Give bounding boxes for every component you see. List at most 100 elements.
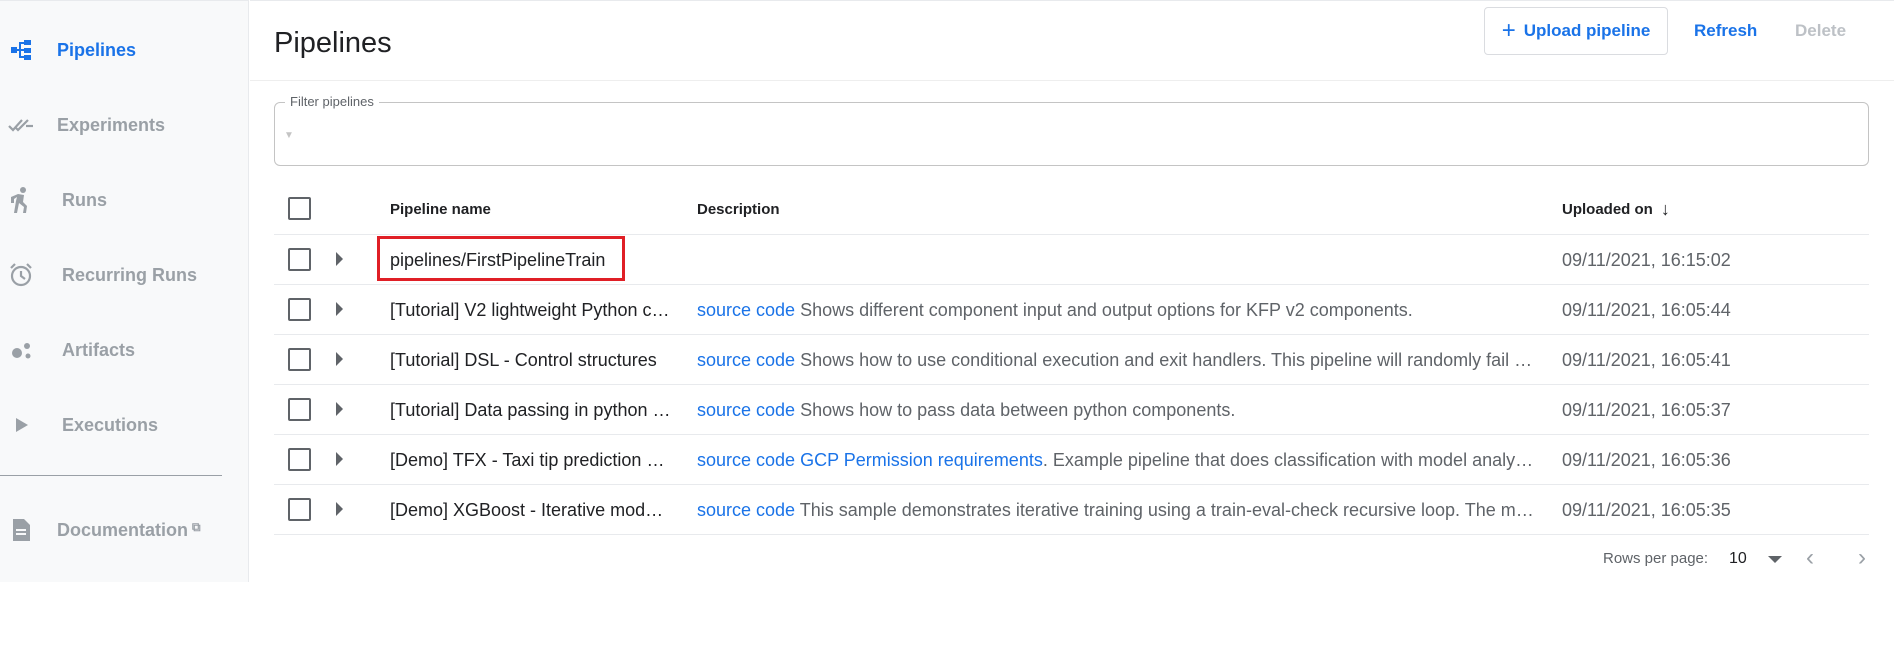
description-cell: source code This sample demonstrates ite… (697, 485, 1537, 535)
pipeline-name-cell[interactable]: [Demo] TFX - Taxi tip prediction model t… (390, 435, 673, 485)
row-checkbox[interactable] (288, 448, 311, 471)
pipeline-name-link[interactable]: [Tutorial] Data passing in python compon… (390, 400, 673, 421)
description-text: Shows how to use conditional execution a… (800, 349, 1537, 370)
pipeline-name-cell[interactable]: [Tutorial] Data passing in python compon… (390, 385, 673, 435)
document-icon (7, 516, 35, 544)
pipeline-name-link[interactable]: [Tutorial] V2 lightweight Python compone… (390, 300, 673, 321)
column-header-uploaded-label: Uploaded on (1562, 200, 1653, 218)
select-all-checkbox[interactable] (288, 197, 311, 220)
description-text: Shows different component input and outp… (795, 299, 1413, 320)
expand-row-icon[interactable] (336, 352, 343, 366)
runs-icon (7, 186, 35, 214)
uploaded-on-cell: 09/11/2021, 16:05:37 (1562, 399, 1731, 420)
sidebar-item-executions[interactable]: Executions (0, 395, 249, 455)
rows-per-page-value: 10 (1729, 550, 1747, 567)
table-body: pipelines/FirstPipelineTrain 09/11/2021, … (274, 235, 1869, 535)
filter-pipelines-field[interactable]: Filter pipelines ▼ (274, 94, 1869, 166)
table-row[interactable]: [Tutorial] DSL - Control structures sourc… (274, 335, 1869, 385)
page-title: Pipelines (274, 27, 392, 59)
expand-row-icon[interactable] (336, 402, 343, 416)
expand-row-icon[interactable] (336, 302, 343, 316)
previous-page-button[interactable]: ‹ (1806, 546, 1814, 570)
pipeline-name-link[interactable]: [Tutorial] DSL - Control structures (390, 350, 657, 371)
main-content: Pipelines + Upload pipeline Refresh Dele… (250, 0, 1894, 582)
source-code-link[interactable]: source code (697, 350, 795, 370)
pipeline-name-link[interactable]: [Demo] TFX - Taxi tip prediction model t… (390, 450, 673, 471)
sidebar-item-pipelines[interactable]: Pipelines (0, 20, 249, 80)
column-header-uploaded[interactable]: Uploaded on ↓ (1562, 183, 1670, 235)
page-header: Pipelines + Upload pipeline Refresh Dele… (250, 1, 1894, 81)
row-checkbox[interactable] (288, 248, 311, 271)
filter-input[interactable] (305, 121, 1845, 149)
sidebar-item-artifacts[interactable]: Artifacts (0, 320, 249, 380)
uploaded-on-cell: 09/11/2021, 16:15:02 (1562, 249, 1731, 270)
app-root: Pipelines Experiments Runs Recurring Run… (0, 0, 1894, 648)
sidebar-item-label: Experiments (57, 114, 166, 135)
description-content: source code Shows different component in… (697, 300, 1413, 321)
column-header-name[interactable]: Pipeline name (390, 183, 491, 235)
description-text: Shows how to pass data between python co… (795, 399, 1236, 420)
uploaded-on-cell: 09/11/2021, 16:05:36 (1562, 449, 1731, 470)
delete-button[interactable]: Delete (1795, 7, 1846, 55)
uploaded-on-cell: 09/11/2021, 16:05:41 (1562, 349, 1731, 370)
expand-row-icon[interactable] (336, 502, 343, 516)
description-cell (697, 235, 1537, 285)
refresh-button[interactable]: Refresh (1694, 7, 1757, 55)
description-cell: source code Shows how to pass data betwe… (697, 385, 1537, 435)
pipelines-icon (7, 36, 35, 64)
sidebar-item-label: Documentation ⧉ (57, 520, 201, 541)
pipeline-name-cell[interactable]: [Tutorial] V2 lightweight Python compone… (390, 285, 673, 335)
row-checkbox[interactable] (288, 348, 311, 371)
plus-icon: + (1501, 17, 1516, 44)
row-checkbox[interactable] (288, 298, 311, 321)
chevron-down-icon (1768, 556, 1782, 563)
sidebar-item-label: Recurring Runs (62, 264, 198, 285)
pipeline-name-link[interactable]: [Demo] XGBoost - Iterative model trainin… (390, 500, 673, 521)
description-text: . Example pipeline that does classificat… (1042, 449, 1537, 470)
source-code-link[interactable]: source code (697, 300, 795, 320)
artifacts-icon (7, 336, 35, 364)
table-header: Pipeline name Description Uploaded on ↓ (274, 183, 1869, 235)
pipeline-name-cell[interactable]: [Tutorial] DSL - Control structures (390, 335, 673, 385)
uploaded-on-cell: 09/11/2021, 16:05:44 (1562, 299, 1731, 320)
sidebar-item-runs[interactable]: Runs (0, 170, 249, 230)
table-row[interactable]: [Demo] TFX - Taxi tip prediction model t… (274, 435, 1869, 485)
row-checkbox[interactable] (288, 498, 311, 521)
column-header-description[interactable]: Description (697, 183, 780, 235)
description-content: source code Shows how to use conditional… (697, 350, 1537, 371)
permission-requirements-link[interactable]: GCP Permission requirements (800, 450, 1043, 470)
filter-dropdown-icon[interactable]: ▼ (284, 130, 294, 141)
source-code-link[interactable]: source code (697, 400, 795, 420)
description-cell: source code GCP Permission requirements.… (697, 435, 1537, 485)
uploaded-on-cell: 09/11/2021, 16:05:35 (1562, 499, 1731, 520)
table-footer: Rows per page: 10 ‹ › (274, 536, 1869, 584)
source-code-link[interactable]: source code (697, 500, 795, 520)
sidebar-divider (0, 475, 222, 476)
pipeline-name-link[interactable]: pipelines/FirstPipelineTrain (390, 250, 605, 271)
pipeline-name-cell[interactable]: pipelines/FirstPipelineTrain (390, 235, 673, 285)
rows-per-page-select[interactable]: 10 (1729, 546, 1783, 572)
sidebar-item-label: Pipelines (57, 39, 137, 60)
source-code-link[interactable]: source code (697, 450, 795, 470)
upload-pipeline-button[interactable]: + Upload pipeline (1484, 7, 1668, 55)
sidebar-item-label: Runs (62, 189, 107, 210)
description-cell: source code Shows different component in… (697, 285, 1537, 335)
description-text: This sample demonstrates iterative train… (799, 499, 1537, 520)
table-row[interactable]: [Tutorial] V2 lightweight Python compone… (274, 285, 1869, 335)
next-page-button[interactable]: › (1858, 546, 1866, 570)
experiments-icon (7, 111, 35, 139)
alarm-icon (7, 261, 35, 289)
table-row[interactable]: [Tutorial] Data passing in python compon… (274, 385, 1869, 435)
description-content: source code Shows how to pass data betwe… (697, 400, 1235, 421)
expand-row-icon[interactable] (336, 452, 343, 466)
sidebar-item-recurring-runs[interactable]: Recurring Runs (0, 245, 249, 305)
sidebar-item-label: Executions (62, 414, 159, 435)
expand-row-icon[interactable] (336, 252, 343, 266)
pipeline-name-cell[interactable]: [Demo] XGBoost - Iterative model trainin… (390, 485, 673, 535)
table-row[interactable]: [Demo] XGBoost - Iterative model trainin… (274, 485, 1869, 535)
table-row[interactable]: pipelines/FirstPipelineTrain 09/11/2021, … (274, 235, 1869, 285)
row-checkbox[interactable] (288, 398, 311, 421)
sidebar-item-documentation[interactable]: Documentation ⧉ (0, 500, 249, 560)
sidebar: Pipelines Experiments Runs Recurring Run… (0, 0, 249, 582)
sidebar-item-experiments[interactable]: Experiments (0, 95, 249, 155)
